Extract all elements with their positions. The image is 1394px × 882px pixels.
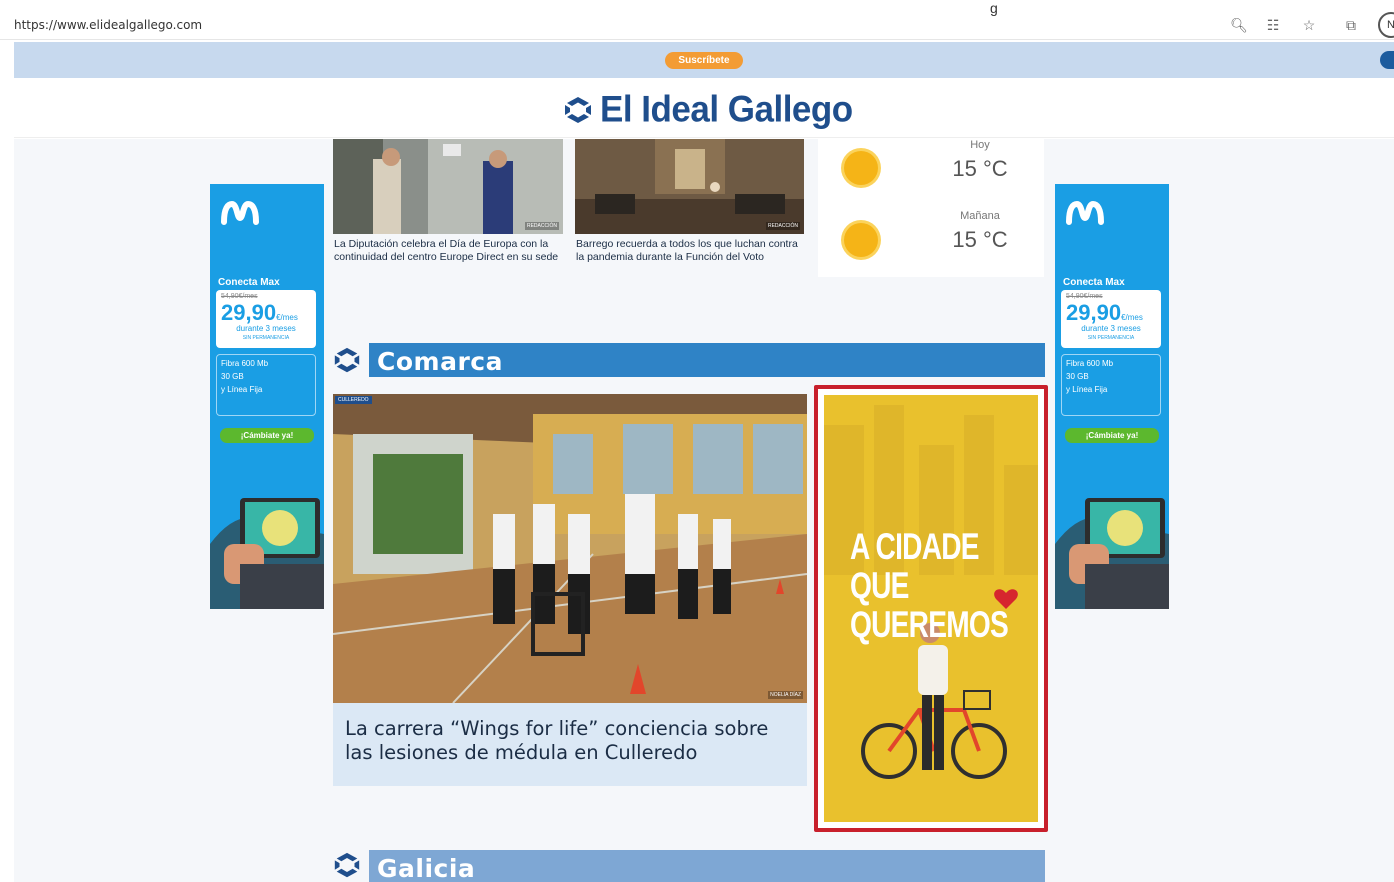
ad-tablet-illustration [1055,484,1169,609]
weather-day-label: Hoy [970,139,990,151]
collections-icon[interactable]: ⧉ [1340,14,1362,36]
weather-widget: Hoy 15 °C Mañana 15 °C [818,139,1044,277]
top-strip: Suscríbete [14,42,1394,78]
ad-features: Fibra 600 Mb 30 GB y Línea Fija [1061,354,1161,416]
ad-price: 29,90€/mes [221,300,298,325]
section-header-comarca[interactable]: Comarca [369,343,1045,377]
movistar-logo-icon [1066,200,1104,225]
left-side-ad[interactable]: Conecta Max 54,90€/mes 29,90€/mes durant… [210,184,324,609]
feature-caption[interactable]: La carrera “Wings for life” conciencia s… [333,703,807,786]
section-logo-icon [334,852,360,878]
site-logo[interactable]: El Ideal Gallego [562,89,853,130]
weather-day-label: Mañana [960,210,1000,222]
ad-duration: durante 3 meses [1081,324,1141,333]
story-image[interactable]: REDACCIÓN [333,139,563,234]
highlighted-ad-frame: A CIDADE QUE QUEREMOS [814,385,1048,832]
ad-no-permanence: SIN PERMANENCIA [242,335,290,341]
feature-photo [333,394,807,703]
photo-credit: REDACCIÓN [524,222,559,230]
right-side-ad[interactable]: Conecta Max 54,90€/mes 29,90€/mes durant… [1055,184,1169,609]
favorites-star-icon[interactable]: ☆ [1298,14,1320,36]
ad-features: Fibra 600 Mb 30 GB y Línea Fija [216,354,316,416]
zoom-icon[interactable]: 🔍︎ [1228,14,1250,36]
site-header: El Ideal Gallego [14,78,1394,138]
story-headline[interactable]: Barrego recuerda a todos los que luchan … [576,238,804,264]
ad-product-name: Conecta Max [218,277,280,288]
ad-no-permanence: SIN PERMANENCIA [1087,335,1135,341]
site-title: El Ideal Gallego [600,89,853,130]
section-title: Galicia [377,854,476,882]
story-photo [575,139,804,234]
ad-cta-button[interactable]: ¡Cámbiate ya! [220,428,314,443]
feature-image[interactable]: CULLEREDO NOELIA DÍAZ [333,394,807,703]
social-icon[interactable] [1380,51,1394,69]
subscribe-button[interactable]: Suscríbete [665,52,743,69]
city-ad[interactable]: A CIDADE QUE QUEREMOS [824,395,1038,822]
weather-temperature: 15 °C [952,156,1008,181]
section-title: Comarca [377,347,503,376]
section-logo-icon [334,347,360,373]
profile-button[interactable]: N [1378,12,1394,38]
tab-title-fragment: g [990,0,998,16]
ad-old-price: 54,90€/mes [221,293,258,300]
movistar-logo-icon [221,200,259,225]
ad-product-name: Conecta Max [1063,277,1125,288]
sunny-icon [844,223,878,257]
weather-temperature: 15 °C [952,227,1008,252]
ad-price-box: 54,90€/mes 29,90€/mes durante 3 meses SI… [1061,290,1161,348]
read-aloud-icon[interactable]: ☷ [1262,14,1284,36]
story-image[interactable]: REDACCIÓN [575,139,804,234]
logo-mark-icon [565,97,591,123]
ad-cta-button[interactable]: ¡Cámbiate ya! [1065,428,1159,443]
ad-tablet-illustration [210,484,324,609]
feature-headline[interactable]: La carrera “Wings for life” conciencia s… [345,717,795,765]
sunny-icon [844,151,878,185]
ad-old-price: 54,90€/mes [1066,293,1103,300]
feature-tag: CULLEREDO [335,396,372,404]
ad-headline: A CIDADE QUE QUEREMOS [850,526,1009,645]
story-headline[interactable]: La Diputación celebra el Día de Europa c… [334,238,559,264]
ad-price: 29,90€/mes [1066,300,1143,325]
photo-credit: NOELIA DÍAZ [768,691,803,699]
ad-duration: durante 3 meses [236,324,296,333]
story-photo [333,139,563,234]
browser-toolbar: https://www.elidealgallego.com g 🔍︎ ☷ ☆ … [0,0,1394,40]
address-bar[interactable]: https://www.elidealgallego.com [14,18,202,32]
photo-credit: REDACCIÓN [765,222,800,230]
section-header-galicia[interactable]: Galicia [369,850,1045,882]
ad-price-box: 54,90€/mes 29,90€/mes durante 3 meses SI… [216,290,316,348]
